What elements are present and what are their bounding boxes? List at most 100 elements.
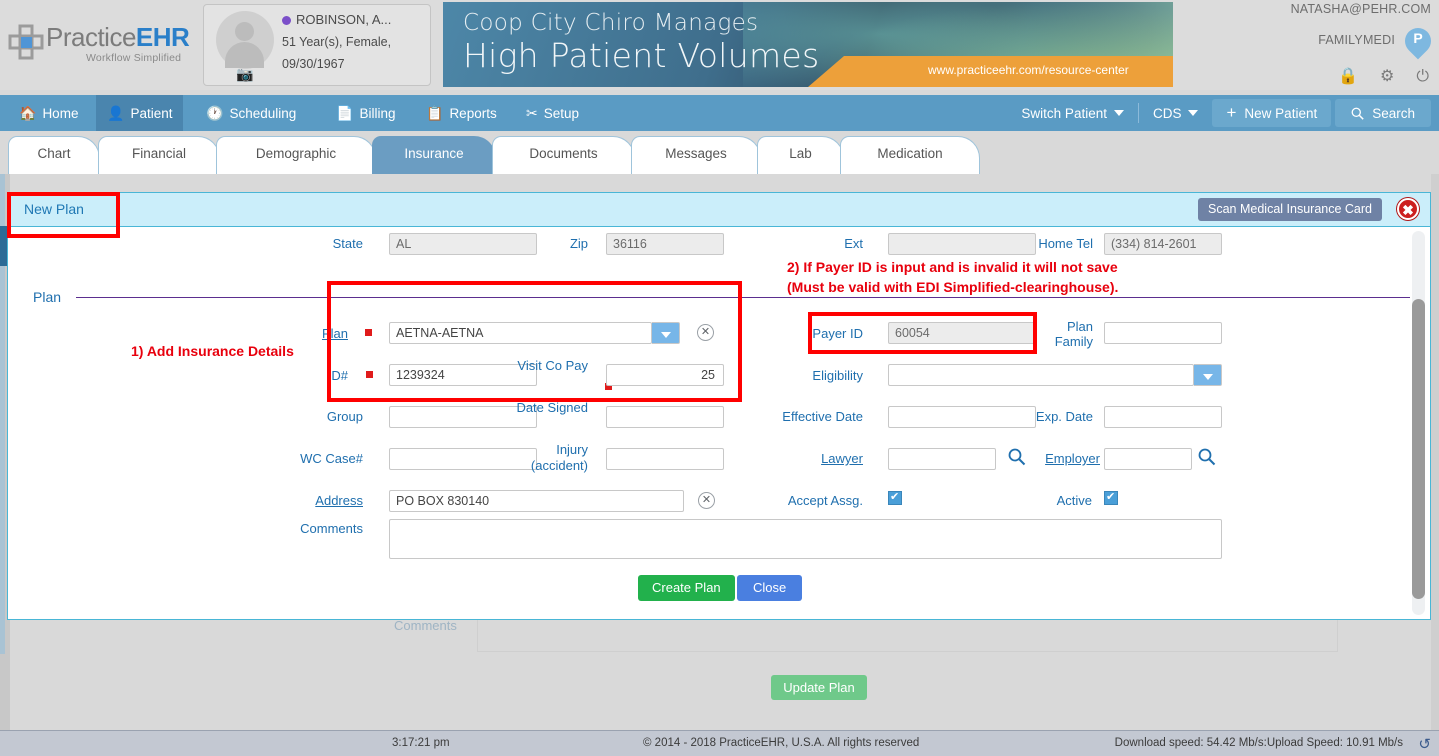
status-copyright: © 2014 - 2018 PracticeEHR, U.S.A. All ri… xyxy=(643,737,919,749)
switch-patient-button[interactable]: Switch Patient xyxy=(1007,106,1138,121)
tab-chart[interactable]: Chart xyxy=(8,136,100,174)
accept-assg-checkbox[interactable] xyxy=(888,491,902,505)
notepad-icon: 📋 xyxy=(426,106,443,120)
employer-search-icon[interactable] xyxy=(1198,448,1216,466)
home-tel-field[interactable]: (334) 814-2601 xyxy=(1104,233,1222,255)
state-label: State xyxy=(288,236,363,251)
update-plan-button[interactable]: Update Plan xyxy=(771,675,867,700)
pin-badge[interactable]: P xyxy=(1405,28,1431,62)
invoice-icon: 📄 xyxy=(336,106,353,120)
nav-item-home[interactable]: 🏠 Home xyxy=(8,95,89,131)
account-email: NATASHA@PEHR.COM xyxy=(1291,2,1431,16)
lawyer-field[interactable] xyxy=(888,448,996,470)
eligibility-dropdown-arrow-icon[interactable] xyxy=(1194,364,1222,386)
visit-copay-field[interactable]: 25 xyxy=(606,364,724,386)
search-icon xyxy=(1351,107,1364,120)
clock-icon: 🕐 xyxy=(206,106,223,120)
home-tel-label: Home Tel xyxy=(1028,236,1093,251)
page-scrollbar-vertical[interactable] xyxy=(1431,174,1439,730)
lock-icon[interactable]: 🔒 xyxy=(1338,69,1358,85)
modal-header: New Plan Scan Medical Insurance Card ✖ xyxy=(8,193,1430,227)
address-clear-icon[interactable]: ✕ xyxy=(698,492,715,509)
banner-line2: High Patient Volumes xyxy=(463,36,820,75)
lawyer-label[interactable]: Lawyer xyxy=(798,451,863,466)
tab-lab[interactable]: Lab xyxy=(757,136,844,174)
modal-scrollbar-track[interactable] xyxy=(1412,231,1425,615)
nav-item-scheduling-label: Scheduling xyxy=(229,106,296,121)
brand-logo[interactable]: PracticeEHR Workflow Simplified xyxy=(8,20,193,70)
search-button[interactable]: Search xyxy=(1335,99,1431,127)
close-modal-button[interactable]: Close xyxy=(737,575,802,601)
zip-field[interactable]: 36116 xyxy=(606,233,724,255)
tab-medication[interactable]: Medication xyxy=(840,136,980,174)
plan-family-field[interactable] xyxy=(1104,322,1222,344)
status-bar: 3:17:21 pm © 2014 - 2018 PracticeEHR, U.… xyxy=(0,730,1439,756)
banner-url[interactable]: www.practiceehr.com/resource-center xyxy=(928,63,1129,77)
lawyer-search-icon[interactable] xyxy=(1008,448,1026,466)
eligibility-field[interactable] xyxy=(888,364,1194,386)
id-required-marker xyxy=(366,371,373,378)
nav-item-reports[interactable]: 📋 Reports xyxy=(415,95,508,131)
exp-date-field[interactable] xyxy=(1104,406,1222,428)
tab-documents[interactable]: Documents xyxy=(492,136,635,174)
nav-item-reports-label: Reports xyxy=(449,106,496,121)
plan-label[interactable]: Plan xyxy=(308,326,348,341)
tab-financial[interactable]: Financial xyxy=(98,136,220,174)
employer-label[interactable]: Employer xyxy=(1028,451,1100,466)
nav-item-setup[interactable]: ✂ Setup xyxy=(515,95,590,131)
power-icon[interactable]: ⏻ xyxy=(1416,69,1429,85)
payer-id-field[interactable]: 60054 xyxy=(888,322,1036,344)
date-signed-field[interactable] xyxy=(606,406,724,428)
scan-insurance-card-button[interactable]: Scan Medical Insurance Card xyxy=(1198,198,1382,221)
plan-clear-icon[interactable]: ✕ xyxy=(697,324,714,341)
create-plan-button[interactable]: Create Plan xyxy=(638,575,735,601)
address-label[interactable]: Address xyxy=(303,493,363,508)
close-icon[interactable]: ✖ xyxy=(1397,198,1419,220)
visit-copay-label: Visit Co Pay xyxy=(505,358,588,374)
id-label: ID# xyxy=(308,368,348,383)
nav-item-scheduling[interactable]: 🕐 Scheduling xyxy=(195,95,307,131)
comments-textarea[interactable] xyxy=(389,519,1222,559)
promo-banner[interactable]: Coop City Chiro Manages High Patient Vol… xyxy=(443,2,1173,87)
plan-dropdown-arrow-icon[interactable] xyxy=(652,322,680,344)
zip-label: Zip xyxy=(513,236,588,251)
new-patient-button[interactable]: + New Patient xyxy=(1212,99,1331,127)
tab-insurance[interactable]: Insurance xyxy=(372,136,496,174)
employer-field[interactable] xyxy=(1104,448,1192,470)
tab-messages[interactable]: Messages xyxy=(631,136,761,174)
patient-card[interactable]: 📷 ROBINSON, A... 51 Year(s), Female, 09/… xyxy=(203,4,431,86)
wc-case-label: WC Case# xyxy=(283,451,363,466)
active-checkbox[interactable] xyxy=(1104,491,1118,505)
effective-date-field[interactable] xyxy=(888,406,1036,428)
cds-label: CDS xyxy=(1153,106,1182,121)
pin-badge-letter: P xyxy=(1405,30,1431,46)
app-root: PracticeEHR Workflow Simplified 📷 ROBINS… xyxy=(0,0,1439,756)
modal-title: New Plan xyxy=(24,201,84,217)
active-label: Active xyxy=(1036,493,1092,508)
payer-id-label: Payer ID xyxy=(798,326,863,341)
cds-button[interactable]: CDS xyxy=(1139,106,1213,121)
tab-demographic[interactable]: Demographic xyxy=(216,136,376,174)
nav-right-group: Switch Patient CDS + New Patient Search xyxy=(1007,95,1439,131)
refresh-icon[interactable]: ↺ xyxy=(1418,735,1431,753)
annotation-step2-line2: (Must be valid with EDI Simplified-clear… xyxy=(787,278,1118,297)
new-patient-label: New Patient xyxy=(1244,106,1317,121)
nav-item-billing[interactable]: 📄 Billing xyxy=(325,95,406,131)
plan-select-field[interactable]: AETNA-AETNA xyxy=(389,322,652,344)
injury-field[interactable] xyxy=(606,448,724,470)
patient-name: ROBINSON, A... xyxy=(282,12,391,27)
person-icon: 👤 xyxy=(107,106,124,120)
avatar-head xyxy=(235,22,254,41)
nav-item-setup-label: Setup xyxy=(544,106,579,121)
camera-icon[interactable]: 📷 xyxy=(236,67,254,81)
gear-icon[interactable]: ⚙ xyxy=(1380,69,1394,85)
nav-item-patient[interactable]: 👤 Patient xyxy=(96,95,183,131)
address-field[interactable]: PO BOX 830140 xyxy=(389,490,684,512)
home-icon: 🏠 xyxy=(19,106,36,120)
modal-scrollbar-thumb[interactable] xyxy=(1412,299,1425,599)
eligibility-label: Eligibility xyxy=(768,368,863,383)
ext-field[interactable] xyxy=(888,233,1036,255)
group-label: Group xyxy=(298,409,363,424)
exp-date-label: Exp. Date xyxy=(1018,409,1093,424)
plan-section-divider xyxy=(76,297,1410,298)
